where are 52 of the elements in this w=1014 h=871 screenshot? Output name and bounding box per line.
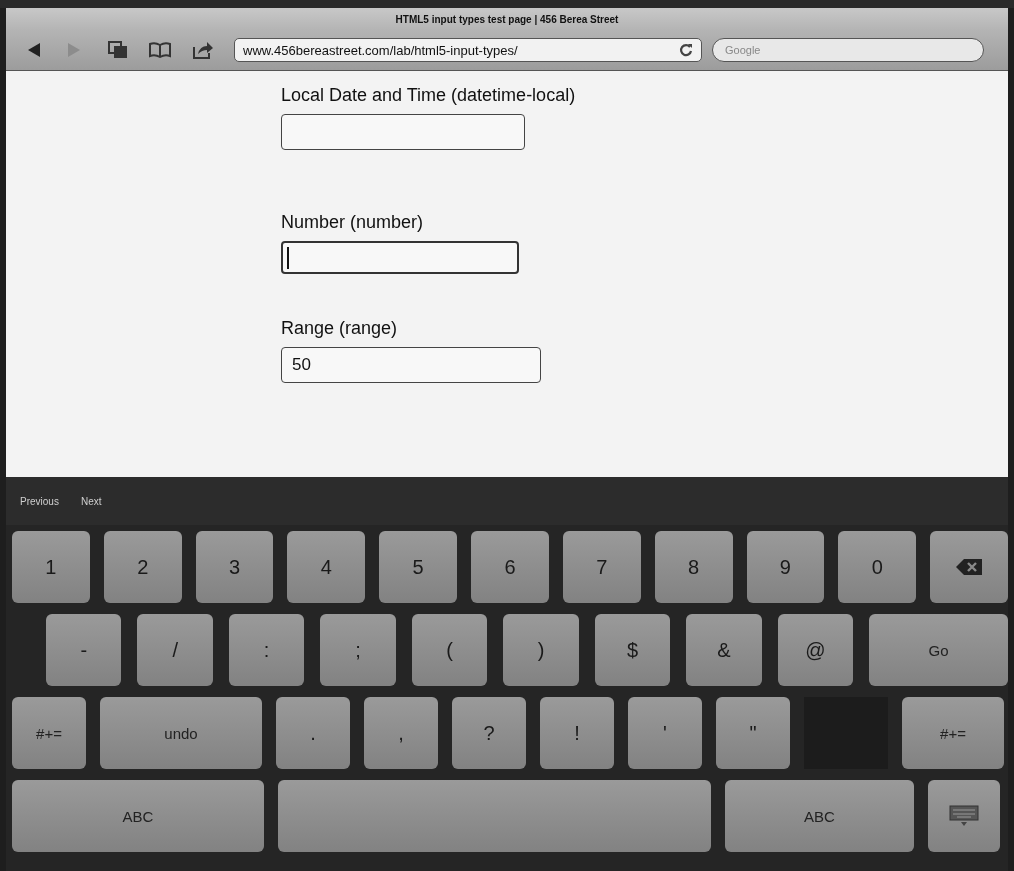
key[interactable]: undo [100,697,262,769]
key[interactable]: . [276,697,350,769]
key[interactable]: 5 [379,531,458,603]
key[interactable]: @ [777,614,854,686]
tabs-icon[interactable] [108,41,128,59]
key[interactable]: " [716,697,790,769]
key[interactable]: - [46,614,122,686]
key[interactable]: Go [869,614,1009,686]
key[interactable]: : [228,614,305,686]
page-title: HTML5 input types test page | 456 Berea Street [395,13,619,25]
delete-key[interactable] [930,531,1008,603]
reload-icon[interactable] [679,43,693,57]
key[interactable]: 3 [195,531,274,603]
key[interactable]: & [686,614,762,686]
key[interactable]: 4 [287,531,366,603]
key[interactable]: #+= [902,697,1004,769]
key[interactable]: ( [411,614,488,686]
key[interactable]: 7 [562,531,641,603]
field-label: Number (number) [281,212,425,233]
book-icon[interactable] [148,42,172,58]
share-icon[interactable] [192,41,214,59]
key[interactable]: ABC [12,780,264,852]
back-arrow-icon [27,42,41,58]
key[interactable]: #+= [12,697,86,769]
key[interactable]: , [364,697,438,769]
search-field[interactable]: Google [712,38,984,62]
key[interactable]: ; [320,614,396,686]
key[interactable]: / [137,614,213,686]
input-field[interactable] [281,114,525,150]
key[interactable]: ) [503,614,579,686]
field-label: Range (range) [281,318,399,339]
key[interactable]: 0 [838,531,917,603]
input-field[interactable]: 50 [281,347,541,383]
keyboard-icon [949,805,979,827]
forward-arrow-icon [67,42,81,58]
hide-keyboard-key[interactable] [928,780,1000,852]
backspace-icon [956,559,983,575]
toolbar-button[interactable]: Next [74,493,108,509]
key[interactable]: ! [540,697,614,769]
key[interactable]: 9 [746,531,825,603]
field-label: Local Date and Time (datetime-local) [281,85,577,106]
key[interactable]: ? [452,697,526,769]
key[interactable]: ' [628,697,702,769]
key[interactable]: $ [594,614,671,686]
input-field[interactable] [281,241,519,274]
key[interactable]: 6 [471,531,549,603]
key[interactable]: ABC [725,780,914,852]
key[interactable]: 2 [103,531,182,603]
key[interactable]: 1 [12,531,90,603]
toolbar-button[interactable]: Previous [14,493,65,509]
key[interactable]: 8 [654,531,733,603]
address-field[interactable]: www.456bereastreet.com/lab/html5-input-types/ [234,38,702,62]
